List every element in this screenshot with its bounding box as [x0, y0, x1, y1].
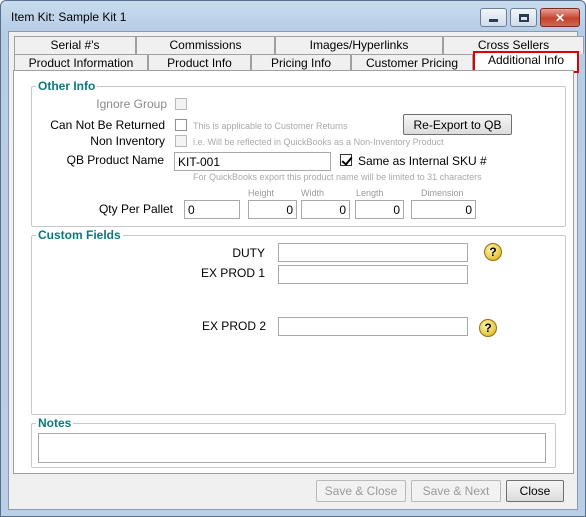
help-icon[interactable]: ? — [479, 319, 497, 337]
length-header: Length — [356, 188, 384, 198]
ex-prod-1-input[interactable] — [278, 265, 468, 284]
close-button[interactable]: Close — [506, 480, 564, 502]
width-input[interactable] — [301, 200, 350, 219]
title-bar[interactable]: Item Kit: Sample Kit 1 ✕ — [1, 1, 585, 31]
minimize-icon — [489, 19, 498, 22]
minimize-button[interactable] — [480, 8, 507, 27]
non-inventory-hint: i.e. Will be reflected in QuickBooks as … — [193, 137, 444, 147]
save-close-button[interactable]: Save & Close — [316, 480, 406, 502]
item-kit-window: Item Kit: Sample Kit 1 ✕ Serial #'s Comm… — [0, 0, 586, 517]
width-header: Width — [301, 188, 325, 198]
qb-name-limit-note: For QuickBooks export this product name … — [193, 172, 482, 182]
help-icon[interactable]: ? — [484, 243, 502, 261]
same-as-sku-label: Same as Internal SKU # — [358, 154, 487, 168]
reexport-to-qb-button[interactable]: Re-Export to QB — [403, 114, 512, 135]
same-as-sku-checkbox[interactable] — [340, 154, 352, 166]
can-not-be-returned-hint: This is applicable to Customer Returns — [193, 121, 348, 131]
qty-per-pallet-input[interactable] — [184, 200, 240, 219]
height-header: Height — [248, 188, 275, 198]
close-window-button[interactable]: ✕ — [540, 8, 580, 27]
ignore-group-label: Ignore Group — [96, 97, 167, 111]
can-not-be-returned-checkbox[interactable] — [175, 119, 187, 131]
tab-images-hyperlinks[interactable]: Images/Hyperlinks — [275, 36, 443, 54]
other-info-legend: Other Info — [38, 79, 96, 93]
non-inventory-label: Non Inventory — [90, 134, 165, 148]
ex-prod-2-input[interactable] — [278, 317, 468, 336]
qty-per-pallet-label: Qty Per Pallet — [98, 202, 173, 216]
qb-product-name-label: QB Product Name — [66, 153, 164, 167]
notes-legend: Notes — [38, 416, 72, 430]
custom-fields-legend: Custom Fields — [38, 228, 121, 242]
tab-serial-numbers[interactable]: Serial #'s — [14, 36, 136, 54]
qb-product-name-input[interactable] — [174, 152, 331, 171]
non-inventory-checkbox[interactable] — [175, 135, 187, 147]
ex-prod-2-label: EX PROD 2 — [201, 319, 266, 333]
height-input[interactable] — [248, 200, 297, 219]
dimension-input[interactable] — [411, 200, 476, 219]
dimension-header: Dimension — [421, 188, 464, 198]
maximize-button[interactable] — [510, 8, 537, 27]
length-input[interactable] — [355, 200, 404, 219]
save-next-button[interactable]: Save & Next — [411, 480, 501, 502]
notes-textarea[interactable] — [38, 433, 546, 463]
close-icon: ✕ — [554, 10, 566, 25]
window-title: Item Kit: Sample Kit 1 — [11, 10, 127, 24]
duty-input[interactable] — [278, 243, 468, 262]
maximize-icon — [518, 13, 529, 22]
duty-label: DUTY — [232, 246, 265, 260]
tab-commissions[interactable]: Commissions — [136, 36, 275, 54]
ex-prod-1-label: EX PROD 1 — [200, 266, 265, 280]
can-not-be-returned-label: Can Not Be Returned — [50, 118, 165, 132]
ignore-group-checkbox[interactable] — [175, 98, 187, 110]
